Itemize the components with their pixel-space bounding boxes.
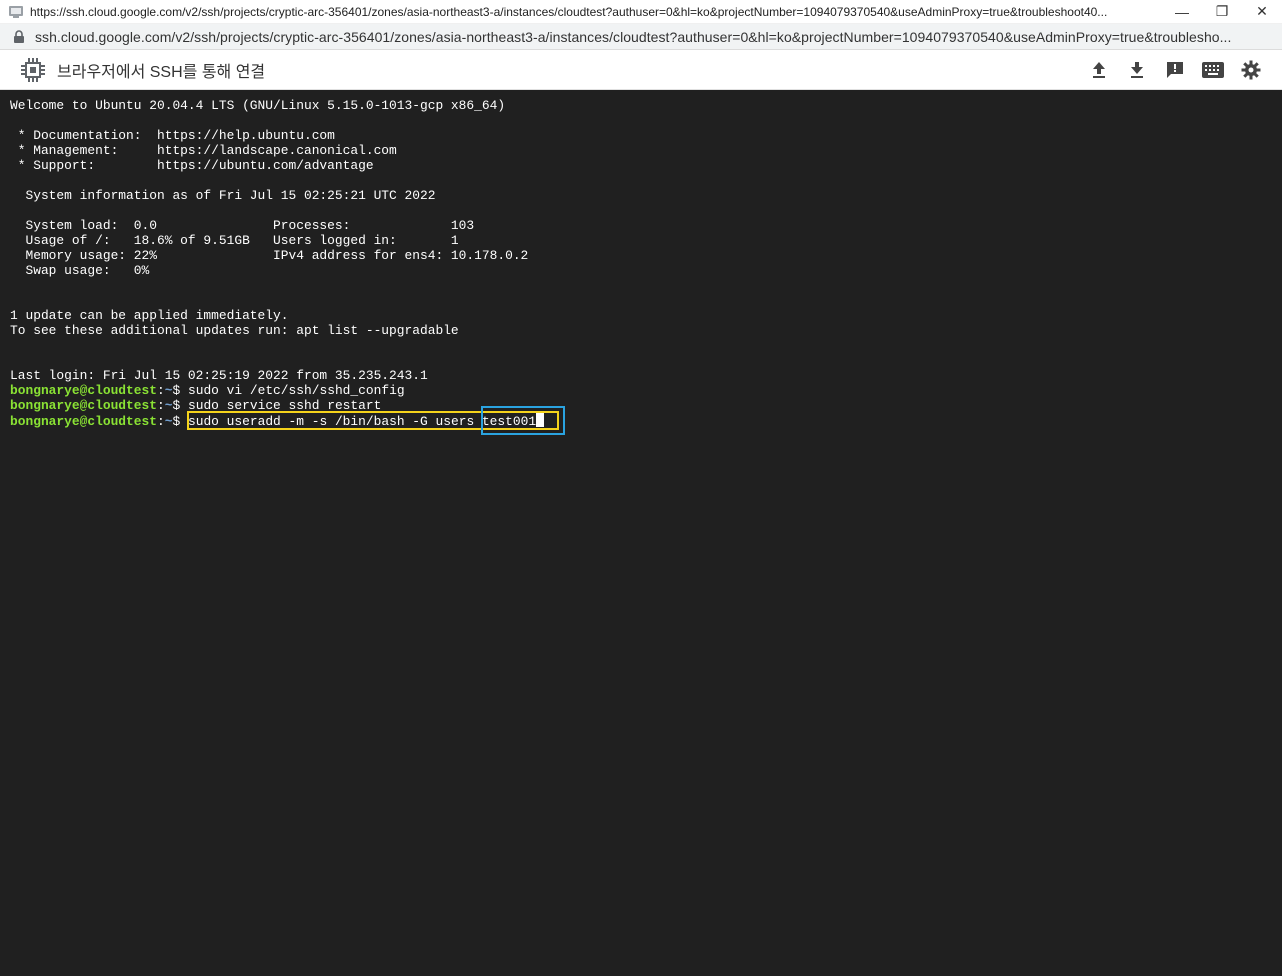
terminal-line: * Management: https://landscape.canonica…	[10, 143, 397, 158]
command-text: sudo service sshd restart	[187, 398, 382, 413]
terminal[interactable]: Welcome to Ubuntu 20.04.4 LTS (GNU/Linux…	[0, 90, 1282, 976]
terminal-line: Usage of /: 18.6% of 9.51GB Users logged…	[10, 233, 459, 248]
terminal-cursor	[536, 413, 545, 427]
terminal-line: System load: 0.0 Processes: 103	[10, 218, 475, 233]
download-icon[interactable]	[1118, 52, 1156, 88]
terminal-line: * Documentation: https://help.ubuntu.com	[10, 128, 335, 143]
terminal-line: bongnarye@cloudtest:~$ sudo service sshd…	[10, 398, 382, 413]
current-command: sudo useradd -m -s /bin/bash -G users	[187, 414, 482, 429]
keyboard-icon[interactable]	[1194, 52, 1232, 88]
terminal-line: Memory usage: 22% IPv4 address for ens4:…	[10, 248, 529, 263]
terminal-current-line[interactable]: bongnarye@cloudtest:~$ sudo useradd -m -…	[10, 413, 1272, 429]
terminal-line: * Support: https://ubuntu.com/advantage	[10, 158, 374, 173]
terminal-line: System information as of Fri Jul 15 02:2…	[10, 188, 436, 203]
close-button[interactable]: ✕	[1242, 0, 1282, 24]
gear-icon[interactable]	[1232, 52, 1270, 88]
address-bar: ssh.cloud.google.com/v2/ssh/projects/cry…	[0, 24, 1282, 50]
url-text[interactable]: ssh.cloud.google.com/v2/ssh/projects/cry…	[35, 29, 1282, 45]
terminal-line: 1 update can be applied immediately.	[10, 308, 289, 323]
page-title: 브라우저에서 SSH를 통해 연결	[57, 63, 266, 81]
terminal-line: Swap usage: 0%	[10, 263, 150, 278]
upload-icon[interactable]	[1080, 52, 1118, 88]
terminal-line: To see these additional updates run: apt…	[10, 323, 459, 338]
terminal-line: bongnarye@cloudtest:~$ sudo vi /etc/ssh/…	[10, 383, 405, 398]
feedback-icon[interactable]	[1156, 52, 1194, 88]
chip-icon	[19, 56, 47, 84]
app-icon	[8, 4, 24, 20]
window-titlebar: https://ssh.cloud.google.com/v2/ssh/proj…	[0, 0, 1282, 24]
command-text: sudo vi /etc/ssh/sshd_config	[187, 383, 405, 398]
restore-button[interactable]: ❐	[1202, 0, 1242, 24]
window-controls: — ❐ ✕	[1162, 0, 1282, 24]
ssh-toolbar: 브라우저에서 SSH를 통해 연결	[0, 50, 1282, 90]
terminal-output: Welcome to Ubuntu 20.04.4 LTS (GNU/Linux…	[10, 98, 1272, 383]
window-title: https://ssh.cloud.google.com/v2/ssh/proj…	[30, 4, 1108, 19]
toolbar-actions	[1080, 52, 1270, 88]
lock-icon[interactable]	[12, 29, 26, 44]
minimize-button[interactable]: —	[1162, 0, 1202, 24]
terminal-line: Last login: Fri Jul 15 02:25:19 2022 fro…	[10, 368, 428, 383]
terminal-line: Welcome to Ubuntu 20.04.4 LTS (GNU/Linux…	[10, 98, 506, 113]
current-command-arg: test001	[481, 414, 537, 429]
